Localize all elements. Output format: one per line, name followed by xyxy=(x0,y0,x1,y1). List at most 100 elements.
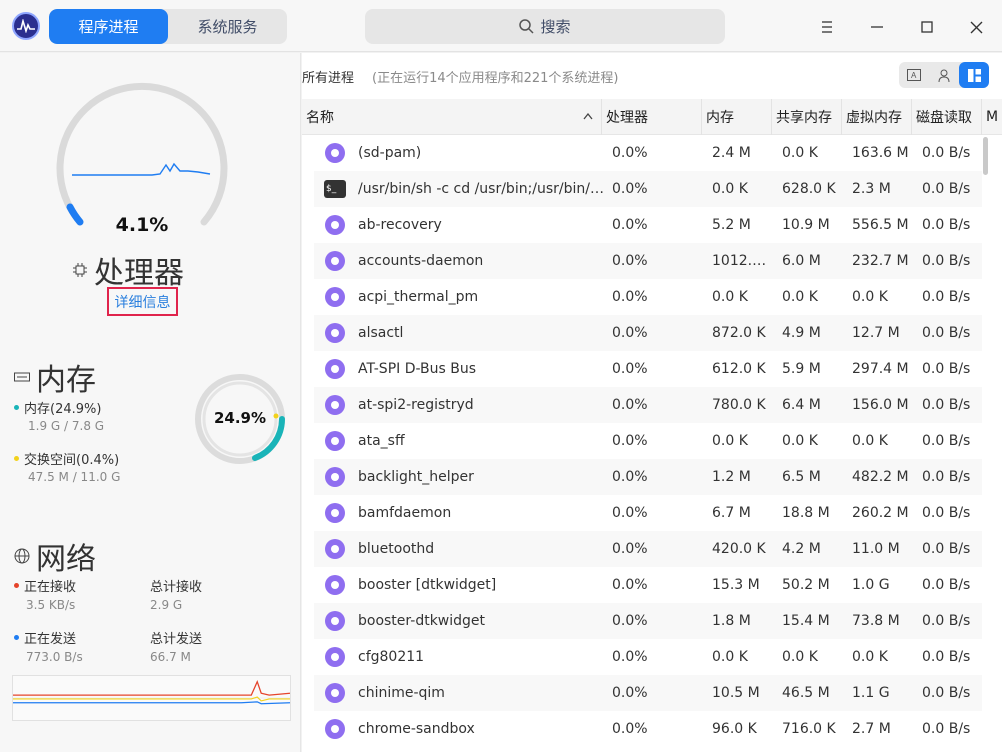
column-virtual-memory[interactable]: 虚拟内存 xyxy=(842,99,912,135)
table-row[interactable]: (sd-pam) 0.0% 2.4 M 0.0 K 163.6 M 0.0 B/s xyxy=(314,135,982,171)
search-placeholder: 搜索 xyxy=(540,18,571,36)
memory-usage: 1.9 G / 7.8 G xyxy=(28,419,105,433)
memory-dot xyxy=(14,405,19,410)
app-icon xyxy=(325,647,345,667)
table-row[interactable]: chrome-sandbox 0.0% 96.0 K 716.0 K 2.7 M 0.0 … xyxy=(314,711,982,747)
app-icon xyxy=(325,719,345,739)
cell-disk: 0.0 B/s xyxy=(922,361,971,377)
cell-cpu: 0.0% xyxy=(612,145,648,161)
cell-cpu: 0.0% xyxy=(612,181,648,197)
close-button[interactable] xyxy=(959,10,993,44)
process-table-body: (sd-pam) 0.0% 2.4 M 0.0 K 163.6 M 0.0 B/s $_ /u… xyxy=(302,135,1002,752)
cell-name: AT-SPI D-Bus Bus xyxy=(358,361,477,377)
cell-cpu: 0.0% xyxy=(612,289,648,305)
cell-cpu: 0.0% xyxy=(612,685,648,701)
column-name-label: 名称 xyxy=(306,110,334,126)
cell-vmem: 1.0 G xyxy=(852,577,890,593)
table-row[interactable]: backlight_helper 0.0% 1.2 M 6.5 M 482.2 M 0.0… xyxy=(314,459,982,495)
table-row[interactable]: booster [dtkwidget] 0.0% 15.3 M 50.2 M 1.0 G… xyxy=(314,567,982,603)
cell-mem: 2.4 M xyxy=(712,145,751,161)
tab-processes[interactable]: 程序进程 xyxy=(49,9,168,44)
search-input[interactable]: 搜索 xyxy=(365,9,725,44)
cell-mem: 15.3 M xyxy=(712,577,760,593)
table-row[interactable]: AT-SPI D-Bus Bus 0.0% 612.0 K 5.9 M 297.4 M 0… xyxy=(314,351,982,387)
cell-vmem: 0.0 K xyxy=(852,649,888,665)
table-row[interactable]: alsactl 0.0% 872.0 K 4.9 M 12.7 M 0.0 B/s xyxy=(314,315,982,351)
app-icon xyxy=(325,251,345,271)
cell-disk: 0.0 B/s xyxy=(922,397,971,413)
cpu-detail-link[interactable]: 详细信息 xyxy=(107,287,178,316)
cell-mem: 5.2 M xyxy=(712,217,751,233)
cell-name: (sd-pam) xyxy=(358,145,422,161)
column-memory[interactable]: 内存 xyxy=(702,99,772,135)
cell-disk: 0.0 B/s xyxy=(922,253,971,269)
cell-cpu: 0.0% xyxy=(612,721,648,737)
cell-mem: 1012.… xyxy=(712,253,767,269)
cell-vmem: 0.0 K xyxy=(852,433,888,449)
cell-mem: 420.0 K xyxy=(712,541,766,557)
minimize-button[interactable] xyxy=(860,10,894,44)
memory-icon xyxy=(14,372,30,382)
filter-my-processes-button[interactable] xyxy=(929,62,959,88)
cell-name: chinime-qim xyxy=(358,685,445,701)
app-icon xyxy=(325,287,345,307)
cell-disk: 0.0 B/s xyxy=(922,649,971,665)
globe-icon xyxy=(14,548,30,564)
filter-all-processes-button[interactable] xyxy=(959,62,989,88)
terminal-icon: $_ xyxy=(324,180,346,198)
cell-vmem: 11.0 M xyxy=(852,541,900,557)
cell-name: backlight_helper xyxy=(358,469,474,485)
cell-shm: 6.5 M xyxy=(782,469,821,485)
menu-button[interactable] xyxy=(810,10,844,44)
table-row[interactable]: bamfdaemon 0.0% 6.7 M 18.8 M 260.2 M 0.0 B/s xyxy=(314,495,982,531)
cell-name: booster-dtkwidget xyxy=(358,613,486,629)
tab-services[interactable]: 系统服务 xyxy=(168,9,287,44)
total-sent-label: 总计发送 xyxy=(150,632,203,647)
cell-shm: 4.2 M xyxy=(782,541,821,557)
table-row[interactable]: bluetoothd 0.0% 420.0 K 4.2 M 11.0 M 0.0 B/s xyxy=(314,531,982,567)
cell-cpu: 0.0% xyxy=(612,433,648,449)
cell-mem: 0.0 K xyxy=(712,181,748,197)
cell-shm: 6.4 M xyxy=(782,397,821,413)
table-row[interactable]: at-spi2-registryd 0.0% 780.0 K 6.4 M 156.0 M… xyxy=(314,387,982,423)
table-row[interactable]: ata_sff 0.0% 0.0 K 0.0 K 0.0 K 0.0 B/s xyxy=(314,423,982,459)
cell-shm: 46.5 M xyxy=(782,685,830,701)
table-row[interactable]: acpi_thermal_pm 0.0% 0.0 K 0.0 K 0.0 K 0.0 B/… xyxy=(314,279,982,315)
cell-cpu: 0.0% xyxy=(612,613,648,629)
cell-vmem: 297.4 M xyxy=(852,361,909,377)
memory-title-text: 内存 xyxy=(36,363,96,398)
cpu-title-text: 处理器 xyxy=(94,256,184,291)
sending-legend: 正在发送 xyxy=(14,628,76,647)
receiving-label: 正在接收 xyxy=(24,580,77,595)
app-icon xyxy=(325,611,345,631)
filter-applications-button[interactable]: A xyxy=(899,62,929,88)
memory-percent: 24.9% xyxy=(213,409,267,427)
sending-label: 正在发送 xyxy=(24,632,77,647)
table-row[interactable]: booster-dtkwidget 0.0% 1.8 M 15.4 M 73.8 M 0.… xyxy=(314,603,982,639)
cell-disk: 0.0 B/s xyxy=(922,577,971,593)
cell-name: booster [dtkwidget] xyxy=(358,577,497,593)
process-table-header: 名称 处理器 内存 共享内存 虚拟内存 磁盘读取 M xyxy=(302,99,1002,135)
column-truncated[interactable]: M xyxy=(982,99,1002,135)
network-history-graph xyxy=(12,675,291,721)
cell-disk: 0.0 B/s xyxy=(922,325,971,341)
search-icon xyxy=(519,19,535,34)
table-row[interactable]: cfg80211 0.0% 0.0 K 0.0 K 0.0 K 0.0 B/s xyxy=(314,639,982,675)
swap-dot xyxy=(14,456,19,461)
cell-name: alsactl xyxy=(358,325,404,341)
table-row[interactable]: accounts-daemon 0.0% 1012.… 6.0 M 232.7 M 0.0… xyxy=(314,243,982,279)
table-row[interactable]: $_ /usr/bin/sh -c cd /usr/bin;/usr/bin/… 0… xyxy=(314,171,982,207)
column-name[interactable]: 名称 xyxy=(302,99,602,135)
process-table-scrollbar[interactable] xyxy=(983,137,988,175)
column-shared-memory[interactable]: 共享内存 xyxy=(772,99,842,135)
table-row[interactable]: chinime-qim 0.0% 10.5 M 46.5 M 1.1 G 0.0 B/s xyxy=(314,675,982,711)
cell-vmem: 12.7 M xyxy=(852,325,900,341)
cell-cpu: 0.0% xyxy=(612,505,648,521)
cell-shm: 716.0 K xyxy=(782,721,836,737)
cell-shm: 50.2 M xyxy=(782,577,830,593)
table-row[interactable]: ab-recovery 0.0% 5.2 M 10.9 M 556.5 M 0.0 B/s xyxy=(314,207,982,243)
column-disk-read[interactable]: 磁盘读取 xyxy=(912,99,982,135)
app-icon xyxy=(325,575,345,595)
maximize-button[interactable] xyxy=(910,10,944,44)
column-cpu[interactable]: 处理器 xyxy=(602,99,702,135)
